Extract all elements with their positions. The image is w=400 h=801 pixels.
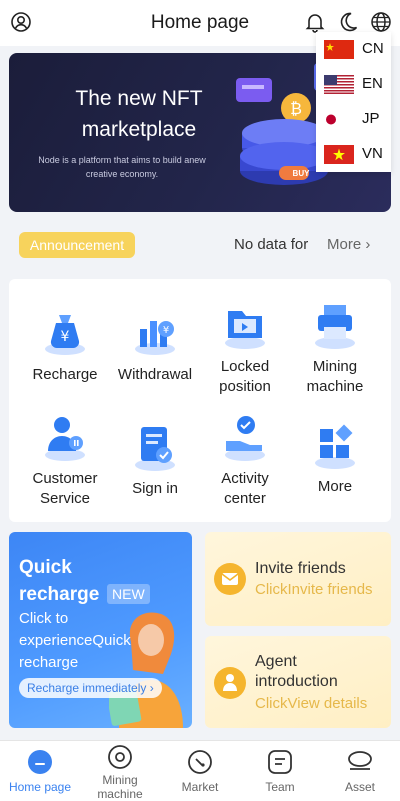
quick-recharge-card[interactable]: Quick recharge NEW Click to experienceQu… <box>9 532 192 728</box>
announcement-text: No data for <box>234 236 309 253</box>
globe-icon[interactable] <box>369 10 393 34</box>
new-badge: NEW <box>107 584 150 604</box>
language-code: VN <box>362 145 383 162</box>
grid-item-mining-machine[interactable]: Mining machine <box>289 297 381 397</box>
svg-text:¥: ¥ <box>163 325 169 336</box>
grid-item-activity-center[interactable]: Activity center <box>199 409 291 509</box>
tab-mining-machine[interactable]: Mining machine <box>80 741 160 801</box>
tab-team[interactable]: Team <box>240 741 320 801</box>
quick-recharge-description: Click to experienceQuick recharge <box>19 610 131 671</box>
tab-label: Market <box>181 780 219 794</box>
home-icon <box>26 748 54 776</box>
invite-friends-card[interactable]: Invite friends ClickInvite friends <box>205 532 391 626</box>
grid-item-label: Recharge <box>32 366 98 383</box>
language-option-vn[interactable]: VN <box>316 137 391 172</box>
team-icon <box>266 748 294 776</box>
language-code: EN <box>362 75 383 92</box>
recharge-immediately-button[interactable]: Recharge immediately › <box>19 678 162 698</box>
grid-item-customer-service[interactable]: Customer Service <box>19 409 111 509</box>
announcement-bar: Announcement No data for More › <box>9 224 391 266</box>
recharge-immediately-label: Recharge immediately <box>27 681 147 695</box>
grid-item-more[interactable]: More <box>289 417 381 497</box>
grid-item-label: More <box>317 478 353 495</box>
money-bag-icon: ¥ <box>38 305 92 359</box>
tab-market[interactable]: Market <box>160 741 240 801</box>
envelope-icon <box>213 562 247 596</box>
tab-label: Home page <box>8 780 72 794</box>
china-flag-icon <box>324 40 354 59</box>
bell-icon[interactable] <box>303 10 327 34</box>
sign-in-document-icon <box>128 419 182 473</box>
grid-item-label: Sign in <box>132 480 178 497</box>
svg-text:₿: ₿ <box>290 99 302 118</box>
invite-friends-subtitle: ClickInvite friends <box>255 581 373 598</box>
banner-subtitle: Node is a platform that aims to build an… <box>38 155 206 179</box>
agent-introduction-title: Agent introduction <box>255 653 338 690</box>
customer-service-icon <box>38 409 92 463</box>
language-code: JP <box>362 110 380 127</box>
agent-introduction-card[interactable]: Agent introduction ClickView details <box>205 636 391 728</box>
grid-item-recharge[interactable]: ¥ Recharge <box>19 305 111 385</box>
grid-item-label: Locked position <box>219 358 271 395</box>
more-grid-icon <box>308 417 362 471</box>
announcement-more-link[interactable]: More › <box>327 236 370 253</box>
tab-asset[interactable]: Asset <box>320 741 400 801</box>
mining-icon <box>106 743 134 771</box>
folder-icon <box>218 297 272 351</box>
language-menu: CN EN JP VN <box>316 32 391 172</box>
printer-icon <box>308 297 362 351</box>
bar-chart-yen-icon: ¥ <box>128 305 182 359</box>
feature-grid: ¥ Recharge ¥ Withdrawal Locked position … <box>9 279 391 522</box>
tab-home-page[interactable]: Home page <box>0 741 80 801</box>
chevron-right-icon: › <box>149 681 154 695</box>
quick-recharge-title: Quick recharge <box>19 557 100 605</box>
tab-label: Team <box>265 780 295 794</box>
svg-text:¥: ¥ <box>61 329 70 345</box>
language-code: CN <box>362 40 384 57</box>
language-option-en[interactable]: EN <box>316 67 391 102</box>
grid-item-locked-position[interactable]: Locked position <box>199 297 291 397</box>
grid-item-label: Customer Service <box>32 470 98 507</box>
grid-item-label: Activity center <box>221 470 269 507</box>
grid-item-label: Withdrawal <box>117 366 193 383</box>
agent-icon <box>213 666 247 700</box>
vietnam-flag-icon <box>324 145 354 164</box>
moon-icon[interactable] <box>336 10 360 34</box>
banner-headline: The new NFT marketplace <box>75 87 203 141</box>
invite-friends-title: Invite friends <box>255 560 346 577</box>
grid-item-sign-in[interactable]: Sign in <box>109 419 201 499</box>
usa-flag-icon <box>324 75 354 94</box>
grid-item-withdrawal[interactable]: ¥ Withdrawal <box>109 305 201 385</box>
tab-label: Mining machine <box>97 773 143 801</box>
market-icon <box>186 748 214 776</box>
agent-introduction-subtitle: ClickView details <box>255 695 368 712</box>
announcement-badge: Announcement <box>19 232 135 258</box>
asset-icon <box>346 748 374 776</box>
chevron-right-icon: › <box>365 236 371 253</box>
tab-label: Asset <box>344 780 375 794</box>
grid-item-label: Mining machine <box>306 358 364 395</box>
more-label: More <box>327 236 362 253</box>
language-option-cn[interactable]: CN <box>316 32 391 67</box>
buy-label: BUY <box>292 169 310 178</box>
language-option-jp[interactable]: JP <box>316 102 391 137</box>
japan-flag-icon <box>324 110 354 129</box>
bottom-tab-bar: Home page Mining machine Market Team Ass… <box>0 740 400 801</box>
activity-hand-icon <box>218 409 272 463</box>
